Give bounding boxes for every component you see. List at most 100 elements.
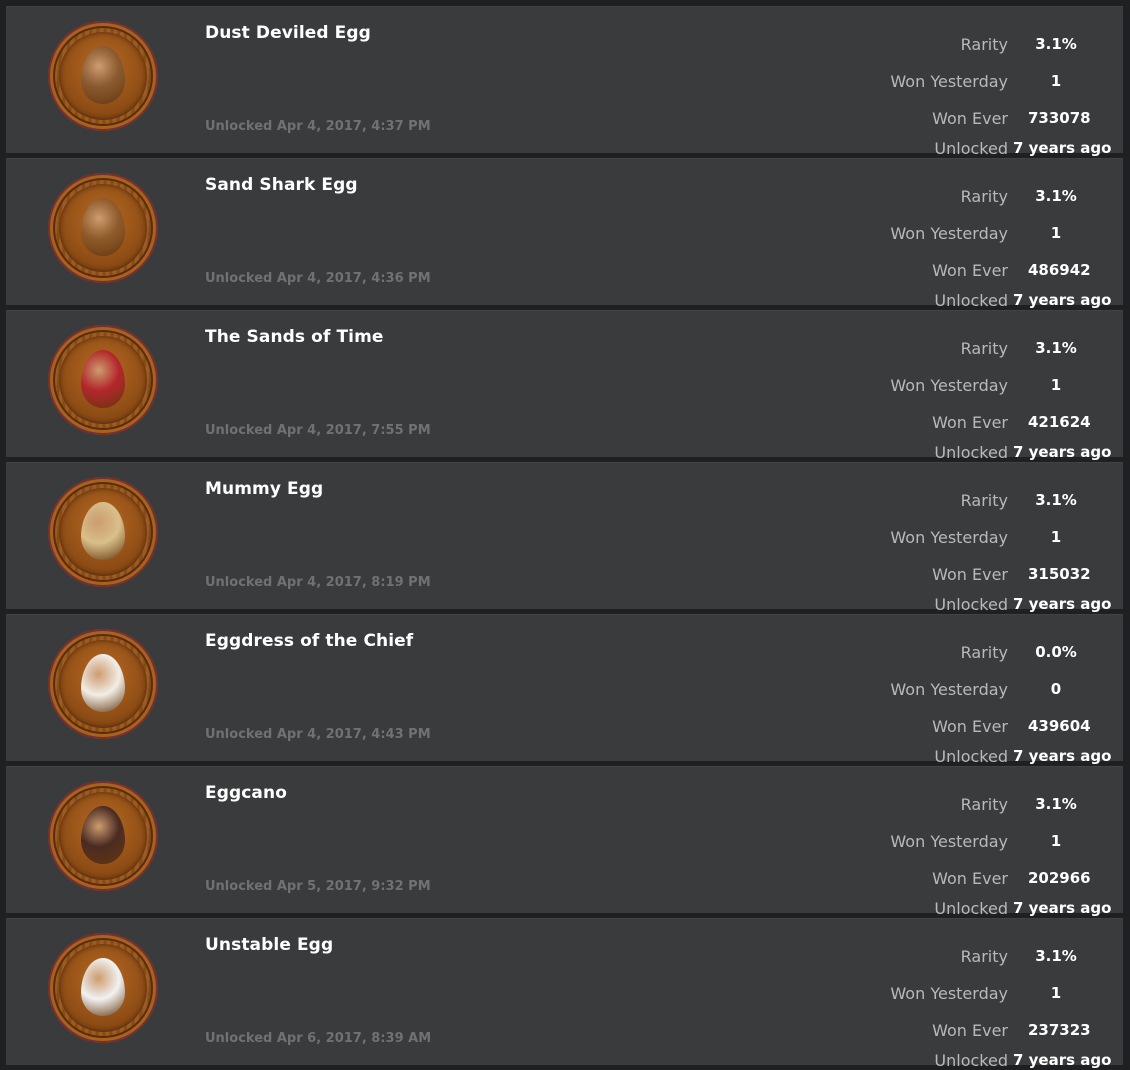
badge-frame[interactable] (48, 629, 158, 739)
badge-title[interactable]: Sand Shark Egg (205, 175, 358, 195)
angry-egg-icon (81, 958, 125, 1016)
rarity-label: Rarity (960, 339, 1008, 358)
won-yesterday-label: Won Yesterday (890, 72, 1008, 91)
unlocked-ago-value: 7 years ago (1013, 291, 1112, 309)
badge-inner (59, 792, 147, 880)
rarity-value: 3.1% (1035, 491, 1077, 509)
rarity-value: 3.1% (1035, 187, 1077, 205)
won-yesterday-value: 1 (1050, 832, 1062, 850)
won-ever-value: 237323 (1028, 1021, 1091, 1039)
rarity-label: Rarity (960, 947, 1008, 966)
won-yesterday-label: Won Yesterday (890, 680, 1008, 699)
badge-title[interactable]: Dust Deviled Egg (205, 23, 371, 43)
won-yesterday-value: 1 (1050, 376, 1062, 394)
unlocked-label: Unlocked (934, 595, 1008, 614)
badge-card[interactable]: Sand Shark Egg Unlocked Apr 4, 2017, 4:3… (6, 158, 1123, 310)
rarity-label: Rarity (960, 35, 1008, 54)
sand-shark-egg-icon (81, 198, 125, 256)
badge-inner (59, 640, 147, 728)
rarity-value: 3.1% (1035, 339, 1077, 357)
dust-deviled-egg-icon (81, 46, 125, 104)
won-yesterday-label: Won Yesterday (890, 984, 1008, 1003)
unlocked-label: Unlocked (934, 899, 1008, 918)
won-yesterday-label: Won Yesterday (890, 224, 1008, 243)
won-ever-label: Won Ever (932, 413, 1008, 432)
badge-frame[interactable] (48, 173, 158, 283)
rarity-value: 3.1% (1035, 35, 1077, 53)
badge-inner (59, 184, 147, 272)
badge-unlocked-date: Unlocked Apr 4, 2017, 7:55 PM (205, 423, 431, 438)
badge-card[interactable]: The Sands of Time Unlocked Apr 4, 2017, … (6, 310, 1123, 462)
won-ever-label: Won Ever (932, 565, 1008, 584)
unlocked-ago-value: 7 years ago (1013, 443, 1112, 461)
won-yesterday-value: 1 (1050, 72, 1062, 90)
rarity-label: Rarity (960, 491, 1008, 510)
badge-unlocked-date: Unlocked Apr 4, 2017, 4:36 PM (205, 271, 431, 286)
badge-card[interactable]: Dust Deviled Egg Unlocked Apr 4, 2017, 4… (6, 6, 1123, 158)
badge-unlocked-date: Unlocked Apr 5, 2017, 9:32 PM (205, 879, 431, 894)
mummy-egg-icon (81, 502, 125, 560)
won-ever-value: 315032 (1028, 565, 1091, 583)
won-ever-label: Won Ever (932, 717, 1008, 736)
hourglass-egg-icon (81, 350, 125, 408)
badge-frame[interactable] (48, 933, 158, 1043)
unlocked-label: Unlocked (934, 443, 1008, 462)
badge-unlocked-date: Unlocked Apr 6, 2017, 8:39 AM (205, 1031, 432, 1046)
won-ever-label: Won Ever (932, 1021, 1008, 1040)
won-ever-value: 486942 (1028, 261, 1091, 279)
badge-card[interactable]: Eggcano Unlocked Apr 5, 2017, 9:32 PM Ra… (6, 766, 1123, 918)
won-yesterday-value: 0 (1050, 680, 1062, 698)
badge-inner (59, 32, 147, 120)
badge-inner (59, 336, 147, 424)
won-ever-label: Won Ever (932, 261, 1008, 280)
badge-title[interactable]: Unstable Egg (205, 935, 333, 955)
won-ever-label: Won Ever (932, 109, 1008, 128)
badge-title[interactable]: Eggdress of the Chief (205, 631, 413, 651)
badge-inner (59, 944, 147, 1032)
badge-inner (59, 488, 147, 576)
won-ever-label: Won Ever (932, 869, 1008, 888)
volcano-egg-icon (81, 806, 125, 864)
won-yesterday-label: Won Yesterday (890, 528, 1008, 547)
unlocked-ago-value: 7 years ago (1013, 899, 1112, 917)
won-yesterday-label: Won Yesterday (890, 376, 1008, 395)
rarity-value: 3.1% (1035, 795, 1077, 813)
rarity-value: 3.1% (1035, 947, 1077, 965)
unlocked-ago-value: 7 years ago (1013, 1051, 1112, 1069)
rarity-label: Rarity (960, 795, 1008, 814)
badge-frame[interactable] (48, 781, 158, 891)
won-ever-value: 202966 (1028, 869, 1091, 887)
badge-unlocked-date: Unlocked Apr 4, 2017, 4:43 PM (205, 727, 431, 742)
won-ever-value: 733078 (1028, 109, 1091, 127)
won-ever-value: 439604 (1028, 717, 1091, 735)
unlocked-ago-value: 7 years ago (1013, 139, 1112, 157)
badge-title[interactable]: Mummy Egg (205, 479, 323, 499)
unlocked-ago-value: 7 years ago (1013, 595, 1112, 613)
won-yesterday-value: 1 (1050, 528, 1062, 546)
badge-title[interactable]: Eggcano (205, 783, 287, 803)
badge-title[interactable]: The Sands of Time (205, 327, 384, 347)
unlocked-ago-value: 7 years ago (1013, 747, 1112, 765)
won-yesterday-label: Won Yesterday (890, 832, 1008, 851)
rarity-label: Rarity (960, 187, 1008, 206)
badge-card[interactable]: Eggdress of the Chief Unlocked Apr 4, 20… (6, 614, 1123, 766)
top-edge (0, 0, 1130, 6)
won-yesterday-value: 1 (1050, 224, 1062, 242)
badge-unlocked-date: Unlocked Apr 4, 2017, 4:37 PM (205, 119, 431, 134)
unlocked-label: Unlocked (934, 139, 1008, 158)
won-ever-value: 421624 (1028, 413, 1091, 431)
badge-list: Dust Deviled Egg Unlocked Apr 4, 2017, 4… (0, 0, 1130, 1070)
badge-frame[interactable] (48, 21, 158, 131)
badge-card[interactable]: Unstable Egg Unlocked Apr 6, 2017, 8:39 … (6, 918, 1123, 1070)
chief-headdress-egg-icon (81, 654, 125, 712)
rarity-value: 0.0% (1035, 643, 1077, 661)
unlocked-label: Unlocked (934, 747, 1008, 766)
unlocked-label: Unlocked (934, 291, 1008, 310)
badge-card[interactable]: Mummy Egg Unlocked Apr 4, 2017, 8:19 PM … (6, 462, 1123, 614)
badge-frame[interactable] (48, 325, 158, 435)
badge-unlocked-date: Unlocked Apr 4, 2017, 8:19 PM (205, 575, 431, 590)
rarity-label: Rarity (960, 643, 1008, 662)
badge-frame[interactable] (48, 477, 158, 587)
unlocked-label: Unlocked (934, 1051, 1008, 1070)
won-yesterday-value: 1 (1050, 984, 1062, 1002)
